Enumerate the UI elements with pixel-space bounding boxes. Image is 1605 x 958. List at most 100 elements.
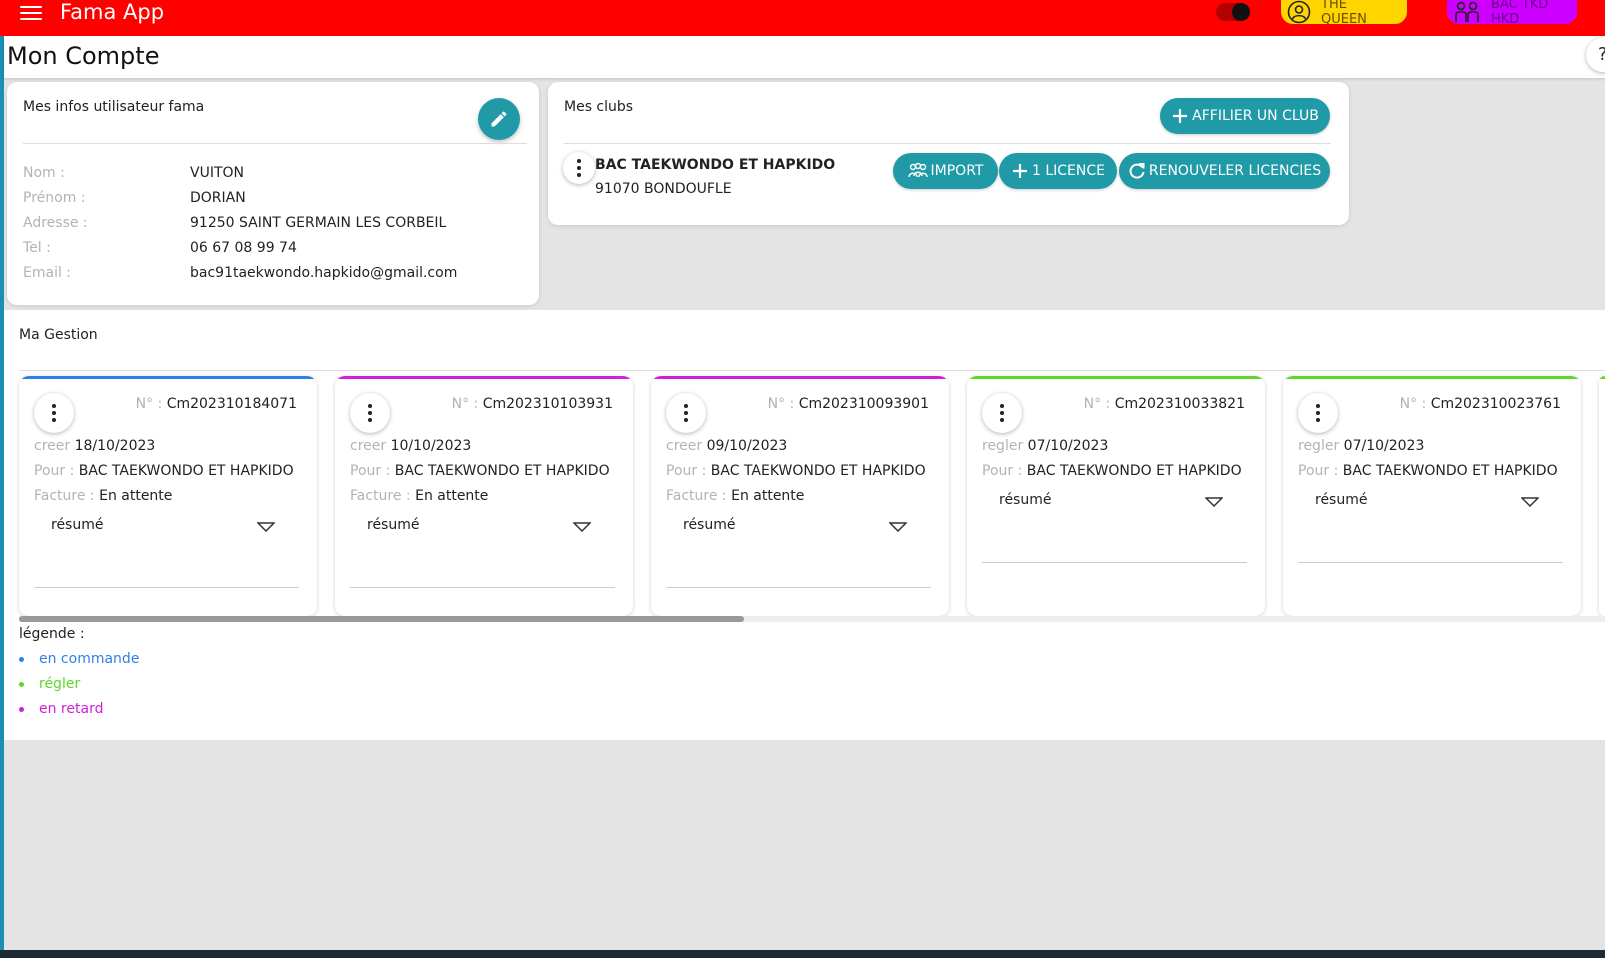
order-invoice: Facture : En attente [34, 488, 173, 504]
legend-dot [19, 656, 24, 662]
info-label: Email : [23, 265, 72, 281]
legend-item-en-commande: en commande [19, 651, 139, 667]
affiliate-club-button[interactable]: AFFILIER UN CLUB [1160, 98, 1330, 134]
horizontal-scrollbar-thumb[interactable] [19, 616, 744, 622]
legend-item-regler: régler [19, 676, 80, 692]
legend-title: légende : [19, 626, 85, 642]
status-stripe [1283, 376, 1581, 379]
status-stripe [335, 376, 633, 379]
order-date: creer 18/10/2023 [34, 438, 156, 454]
info-value: VUITON [190, 165, 244, 181]
order-date: creer 09/10/2023 [666, 438, 788, 454]
user-chip-label: THE QUEEN [1321, 0, 1367, 27]
chevron-down-icon[interactable] [1205, 497, 1223, 507]
resume-toggle[interactable]: résumé [999, 492, 1051, 508]
theme-toggle[interactable] [1216, 3, 1250, 21]
info-label: Nom : [23, 165, 65, 181]
add-licence-button[interactable]: 1 LICENCE [999, 153, 1117, 189]
club-chip-label: BAC TKD HKD [1491, 0, 1549, 27]
club-city: 91070 BONDOUFLE [595, 181, 732, 197]
info-label: Tel : [23, 240, 51, 256]
club-menu-button[interactable] [563, 152, 595, 184]
divider [350, 587, 615, 588]
gestion-section: Ma Gestion N° : Cm202310184071 creer 18/… [4, 310, 1605, 740]
order-card-partial[interactable] [1599, 376, 1605, 616]
clubs-card: Mes clubs AFFILIER UN CLUB BAC TAEKWONDO… [548, 82, 1349, 225]
order-number: N° : Cm202310033821 [1083, 396, 1245, 412]
affiliate-club-label: AFFILIER UN CLUB [1192, 108, 1319, 124]
gestion-title: Ma Gestion [19, 327, 98, 343]
order-number: N° : Cm202310184071 [135, 396, 297, 412]
plus-icon [1012, 164, 1027, 178]
clubs-title: Mes clubs [564, 99, 634, 115]
order-number: N° : Cm202310023761 [1399, 396, 1561, 412]
legend-dot [19, 706, 24, 712]
people-group-icon [907, 162, 928, 178]
os-taskbar [0, 950, 1605, 958]
order-recipient: Pour : BAC TAEKWONDO ET HAPKIDO [350, 463, 610, 479]
resume-toggle[interactable]: résumé [683, 517, 735, 533]
order-menu-button[interactable] [982, 393, 1022, 433]
legend-dot [19, 681, 24, 687]
info-value: 91250 SAINT GERMAIN LES CORBEIL [190, 215, 447, 231]
divider [564, 143, 1331, 144]
order-card[interactable]: N° : Cm202310184071 creer 18/10/2023 Pou… [19, 376, 317, 616]
chevron-down-icon[interactable] [889, 522, 907, 532]
legend-label: en retard [39, 701, 104, 717]
order-number: N° : Cm202310103931 [451, 396, 613, 412]
divider [666, 587, 931, 588]
divider [34, 587, 299, 588]
order-menu-button[interactable] [34, 393, 74, 433]
user-chip[interactable]: THE QUEEN [1281, 0, 1407, 27]
edit-user-button[interactable] [478, 98, 520, 140]
order-menu-button[interactable] [666, 393, 706, 433]
renew-licences-button[interactable]: RENOUVELER LICENCIES [1119, 153, 1330, 189]
club-chip[interactable]: BAC TKD HKD [1447, 0, 1577, 27]
order-recipient: Pour : BAC TAEKWONDO ET HAPKIDO [1298, 463, 1558, 479]
app-bar: Fama App THE QUEEN BAC TKD HKD [0, 0, 1605, 36]
order-card[interactable]: N° : Cm202310103931 creer 10/10/2023 Pou… [335, 376, 633, 616]
page-title: Mon Compte [7, 42, 160, 70]
divider [19, 370, 1605, 371]
order-date: creer 10/10/2023 [350, 438, 472, 454]
order-date: regler 07/10/2023 [982, 438, 1109, 454]
order-date: regler 07/10/2023 [1298, 438, 1425, 454]
app-title: Fama App [60, 0, 165, 24]
club-name: BAC TAEKWONDO ET HAPKIDO [595, 157, 836, 173]
order-recipient: Pour : BAC TAEKWONDO ET HAPKIDO [666, 463, 926, 479]
user-info-title: Mes infos utilisateur fama [23, 99, 205, 115]
order-recipient: Pour : BAC TAEKWONDO ET HAPKIDO [34, 463, 294, 479]
status-stripe [651, 376, 949, 379]
chevron-down-icon[interactable] [1521, 497, 1539, 507]
import-button[interactable]: IMPORT [893, 153, 998, 189]
order-card[interactable]: N° : Cm202310093901 creer 09/10/2023 Pou… [651, 376, 949, 616]
info-value: DORIAN [190, 190, 246, 206]
legend-item-en-retard: en retard [19, 701, 103, 717]
resume-toggle[interactable]: résumé [51, 517, 103, 533]
refresh-icon [1129, 163, 1145, 179]
add-licence-label: 1 LICENCE [1031, 163, 1105, 179]
help-icon[interactable]: ? [1586, 38, 1605, 72]
info-value: 06 67 08 99 74 [190, 240, 297, 256]
hamburger-menu-icon[interactable] [20, 4, 42, 22]
divider [23, 143, 527, 144]
status-stripe [967, 376, 1265, 379]
resume-toggle[interactable]: résumé [1315, 492, 1367, 508]
info-value: bac91taekwondo.hapkido@gmail.com [190, 265, 458, 281]
page-header: Mon Compte ? [4, 36, 1605, 78]
order-menu-button[interactable] [350, 393, 390, 433]
order-menu-button[interactable] [1298, 393, 1338, 433]
order-recipient: Pour : BAC TAEKWONDO ET HAPKIDO [982, 463, 1242, 479]
order-card[interactable]: N° : Cm202310033821 regler 07/10/2023 Po… [967, 376, 1265, 616]
resume-toggle[interactable]: résumé [367, 517, 419, 533]
user-circle-icon [1287, 0, 1311, 24]
user-info-card: Mes infos utilisateur fama Nom : VUITON … [7, 82, 539, 305]
chevron-down-icon[interactable] [257, 522, 275, 532]
renew-licences-label: RENOUVELER LICENCIES [1148, 163, 1322, 179]
divider [1298, 562, 1563, 563]
legend-label: en commande [39, 651, 140, 667]
legend-label: régler [39, 676, 81, 692]
chevron-down-icon[interactable] [573, 522, 591, 532]
order-card[interactable]: N° : Cm202310023761 regler 07/10/2023 Po… [1283, 376, 1581, 616]
status-stripe [19, 376, 317, 379]
